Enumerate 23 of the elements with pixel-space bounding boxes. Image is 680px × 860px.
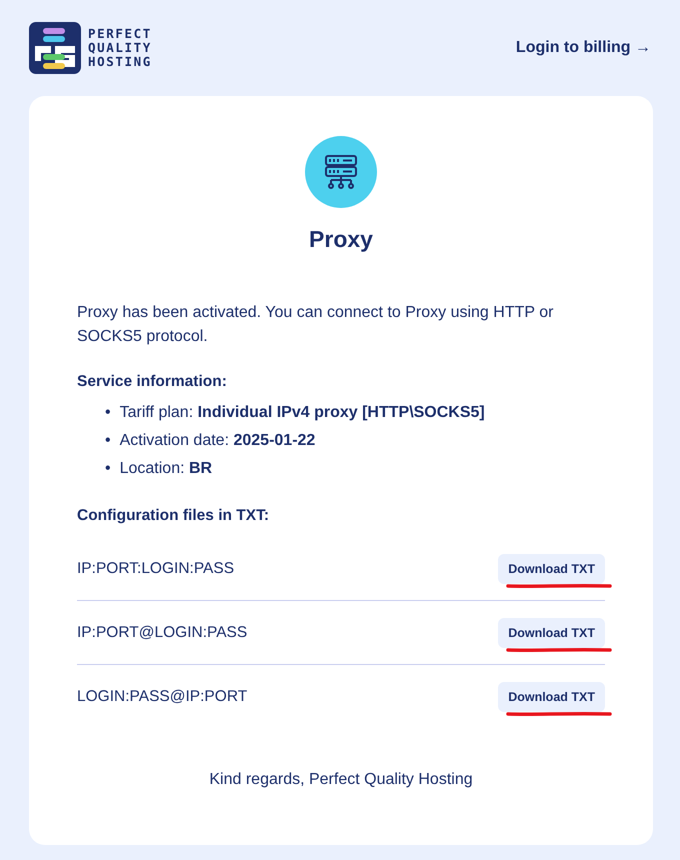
server-icon	[305, 136, 377, 208]
activation-message: Proxy has been activated. You can connect to Proxy using HTTP or SOCKS5 protocol.	[77, 303, 554, 347]
logo-text: QUALITY	[88, 41, 152, 55]
config-format: IP:PORT@LOGIN:PASS	[77, 624, 248, 642]
bullet: •	[105, 403, 111, 423]
download-button[interactable]: Download TXT	[498, 554, 605, 584]
service-detail: Location: BR	[120, 459, 212, 479]
logo-text: PERFECT	[88, 27, 152, 41]
download-button[interactable]: Download TXT	[498, 682, 605, 712]
download-button[interactable]: Download TXT	[498, 618, 605, 648]
service-detail: Activation date: 2025-01-22	[120, 431, 316, 451]
closing-text: Kind regards, Perfect Quality Hosting	[208, 771, 474, 789]
bullet: •	[105, 459, 111, 479]
bullet: •	[105, 431, 111, 451]
config-format: IP:PORT:LOGIN:PASS	[77, 560, 234, 578]
config-format: LOGIN:PASS@IP:PORT	[77, 688, 248, 706]
logo-icon	[29, 22, 81, 74]
service-detail: Tariff plan: Individual IPv4 proxy [HTTP\SOCKS5]	[120, 403, 485, 423]
section-heading: Service information:	[77, 373, 228, 391]
section-heading: Configuration files in TXT:	[77, 507, 270, 525]
logo-text: HOSTING	[88, 55, 152, 69]
service-title: Proxy	[308, 226, 374, 253]
login-link[interactable]: Login to billing →	[516, 39, 651, 57]
